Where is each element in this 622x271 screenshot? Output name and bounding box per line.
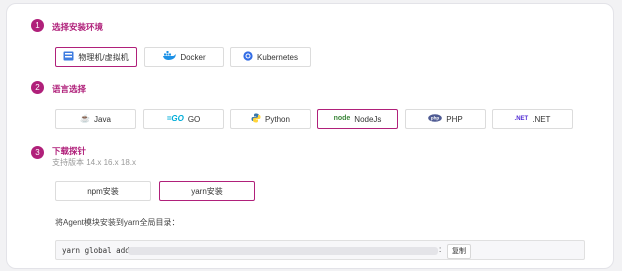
redacted-token [128,247,438,255]
lang-option-dotnet[interactable]: .NET .NET [492,109,573,129]
command-separator: : [439,245,442,254]
php-icon: php [428,113,443,125]
server-icon [63,51,74,64]
step-3-title: 下载探针 [52,146,87,156]
command-text[interactable]: yarn global add [62,246,130,255]
java-icon: ☕ [80,114,91,123]
lang-option-java[interactable]: ☕ Java [55,109,136,129]
lang-option-python[interactable]: Python [230,109,311,129]
lang-option-label: Java [94,114,111,124]
install-guide-card: 1 选择安装环境 物理机/虚拟机 Docker Kubernetes 2 语言选… [6,3,614,269]
lang-option-go[interactable]: =GO GO [143,109,224,129]
docker-icon [162,50,177,64]
kubernetes-icon [243,50,253,64]
step-2-title: 语言选择 [52,84,87,94]
python-icon [251,113,261,126]
lang-option-label: GO [187,114,201,124]
env-option-label: Docker [180,52,206,62]
env-option-kubernetes[interactable]: Kubernetes [230,47,311,67]
tab-label: npm安装 [87,186,119,196]
env-option-label: Kubernetes [257,52,298,62]
lang-option-label: .NET [532,114,551,124]
env-option-label: 物理机/虚拟机 [78,52,129,62]
step-1-title: 选择安装环境 [52,22,104,32]
lang-option-php[interactable]: php PHP [405,109,486,129]
step-3-badge: 3 [31,146,44,159]
install-description: 将Agent模块安装到yarn全局目录： [55,218,180,227]
tab-yarn-install[interactable]: yarn安装 [159,181,255,201]
tab-npm-install[interactable]: npm安装 [55,181,151,201]
copy-button[interactable]: 复制 [447,244,471,259]
step-1-badge: 1 [31,19,44,32]
tab-label: yarn安装 [191,186,223,196]
nodejs-icon: node [333,115,351,122]
env-option-docker[interactable]: Docker [144,47,224,67]
go-icon: =GO [166,114,184,123]
dotnet-icon: .NET [514,116,529,122]
lang-option-nodejs[interactable]: node NodeJs [317,109,398,129]
lang-option-label: Python [265,114,290,124]
env-option-physical[interactable]: 物理机/虚拟机 [55,47,137,67]
lang-option-label: PHP [446,114,463,124]
svg-text:php: php [431,115,439,120]
step-2-badge: 2 [31,81,44,94]
command-box: yarn global add : 复制 [55,240,585,260]
lang-option-label: NodeJs [354,114,382,124]
supported-versions: 支持版本 14.x 16.x 18.x [52,158,137,167]
